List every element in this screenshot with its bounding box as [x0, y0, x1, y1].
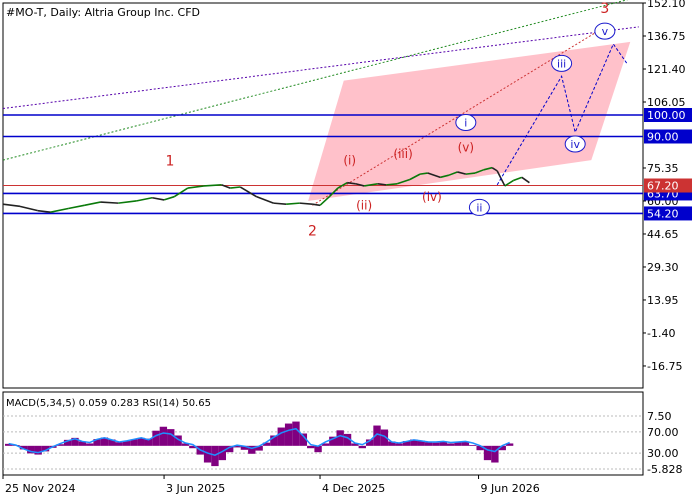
macd-bar	[432, 442, 440, 446]
price-segment	[100, 201, 119, 204]
price-tick-label: 152.10	[647, 0, 686, 10]
price-segment	[135, 196, 153, 202]
price-tick-label: 75.35	[647, 162, 679, 175]
price-segment	[521, 176, 530, 184]
wave-label-v: v	[602, 25, 609, 38]
time-tick-label: 3 Jun 2025	[166, 482, 225, 495]
price-tick-label: 136.75	[647, 30, 686, 43]
level-label: 90.00	[647, 130, 679, 143]
macd-bar	[469, 445, 477, 446]
price-tick-label: -1.40	[647, 327, 675, 340]
level-label: 100.00	[647, 109, 686, 122]
price-segment	[68, 204, 85, 210]
macd-bar	[358, 445, 366, 449]
price-segment	[19, 205, 38, 212]
macd-bar	[395, 443, 403, 446]
wave-label-iii: iii	[557, 57, 566, 70]
indicator-tick-label: 70.00	[647, 426, 679, 439]
level-label: 54.20	[647, 207, 679, 220]
price-segment	[2, 203, 21, 208]
price-segment	[273, 202, 287, 206]
macd-bar	[491, 445, 499, 463]
macd-bar	[307, 445, 315, 449]
price-segment	[286, 202, 300, 206]
macd-bar	[167, 429, 175, 446]
macd-bar	[284, 423, 293, 446]
wave-label-iv: iv	[570, 138, 580, 151]
chart-title: #MO-T, Daily: Altria Group Inc. CFD	[6, 6, 200, 19]
rsi-line	[8, 427, 510, 457]
macd-bar	[424, 442, 433, 446]
macd-bar	[292, 421, 300, 446]
price-segment	[118, 200, 137, 204]
wave-label-(i): (i)	[343, 153, 356, 167]
indicator-label: MACD(5,34,5) 0.059 0.283 RSI(14) 50.65	[6, 398, 211, 409]
price-segment	[173, 187, 189, 198]
wave-label-(v): (v)	[458, 141, 474, 155]
time-tick-label: 9 Jun 2026	[481, 482, 540, 495]
indicator-tick-label: -5.828	[647, 463, 682, 476]
wave-label-(ii): (ii)	[356, 199, 372, 213]
price-segment	[256, 195, 274, 204]
wave-label-3: 3	[600, 1, 609, 17]
wave-label-(iv): (iv)	[422, 190, 442, 204]
price-tick-label: 29.30	[647, 261, 679, 274]
price-tick-label: 13.95	[647, 294, 679, 307]
macd-bar	[159, 426, 168, 446]
macd-bar	[277, 427, 285, 446]
wave-label-1: 1	[166, 154, 175, 170]
price-segment	[377, 182, 387, 186]
price-segment	[347, 181, 356, 185]
time-tick-label: 4 Dec 2025	[322, 482, 385, 495]
macd-bar	[152, 430, 160, 446]
wave-label-ii: ii	[476, 201, 482, 214]
chart-svg: #MO-T, Daily: Altria Group Inc. CFD 152.1…	[2, 0, 692, 495]
price-segment	[299, 202, 313, 206]
price-segment	[187, 185, 205, 189]
time-tick-label: 25 Nov 2024	[5, 482, 75, 495]
price-segment	[37, 209, 51, 213]
price-tick-label: -16.75	[647, 360, 682, 373]
price-segment	[239, 186, 257, 198]
wave-label-2: 2	[308, 223, 317, 239]
chart-root: #MO-T, Daily: Altria Group Inc. CFD 152.1…	[0, 0, 700, 500]
wave-label-i: i	[464, 117, 467, 130]
macd-bar	[86, 443, 94, 446]
price-segment	[386, 182, 398, 186]
price-segment	[465, 172, 476, 175]
price-tick-label: 121.40	[647, 63, 686, 76]
price-segment	[84, 201, 101, 207]
current-price-label: 67.20	[647, 180, 679, 193]
price-segment	[230, 186, 241, 189]
wave-label-(iii): (iii)	[393, 147, 412, 161]
price-tick-label: 106.05	[647, 96, 686, 109]
price-segment	[419, 172, 428, 175]
indicator-tick-label: 30.00	[647, 447, 679, 460]
price-segment	[50, 207, 69, 213]
price-segment	[163, 195, 175, 201]
macd-bar	[115, 442, 123, 446]
price-tick-label: 44.65	[647, 228, 679, 241]
indicator-tick-label: 7.50	[647, 410, 672, 423]
price-segment	[513, 176, 523, 182]
macd-bar	[447, 443, 455, 446]
price-segment	[312, 203, 321, 207]
price-segment	[203, 184, 222, 187]
macd-bar	[336, 430, 344, 446]
price-segment	[152, 196, 165, 201]
